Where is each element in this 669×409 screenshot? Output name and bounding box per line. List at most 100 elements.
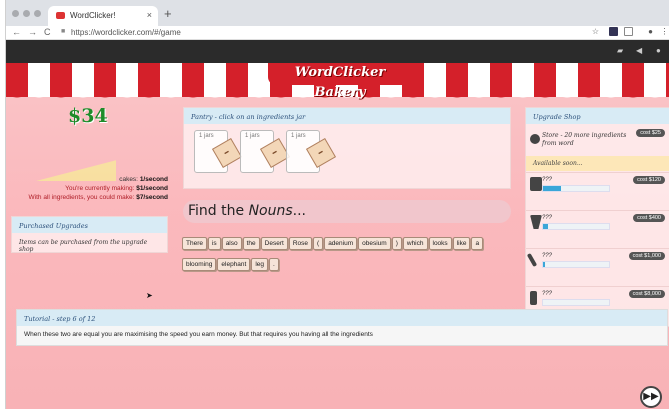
progress-fill — [543, 186, 562, 191]
purchased-upgrades-panel: Purchased Upgrades Items can be purchase… — [11, 216, 168, 253]
pantry-panel: Pantry - click on an ingredients jar 1 j… — [183, 107, 511, 189]
tab-title: WordClicker! — [70, 11, 116, 20]
shop-item-progress — [542, 185, 610, 192]
store-upgrade[interactable]: Store - 20 more ingredients from word co… — [526, 126, 669, 154]
purchased-upgrades-body: Items can be purchased from the upgrade … — [19, 239, 148, 253]
address-bar[interactable]: ■ https://wordclicker.com/#/game — [61, 26, 591, 39]
shop-item-cost: cost $1,000 — [628, 252, 665, 260]
browser-toolbar: ← → C ■ https://wordclicker.com/#/game ☆… — [6, 26, 669, 40]
word-tile[interactable]: the — [242, 237, 260, 250]
shop-item-progress — [542, 299, 610, 306]
minimize-window-icon[interactable] — [23, 10, 30, 17]
shop-item-cost: cost $8,000 — [628, 290, 665, 298]
game-title: WordClicker Bakery — [268, 63, 412, 100]
shop-item[interactable]: ??? cost $1,000 — [526, 248, 669, 286]
upgrade-shop-panel: Upgrade Shop Store - 20 more ingredients… — [525, 107, 669, 327]
mouse-cursor-icon: ➤ — [146, 291, 153, 300]
word-tile[interactable]: ( — [313, 237, 324, 250]
shop-item-cost: cost $120 — [633, 176, 665, 184]
cakes-label: cakes: — [119, 176, 138, 183]
cakes-rate: 1/second — [139, 176, 168, 183]
whisk-icon — [526, 252, 538, 268]
next-step-button[interactable]: ▶▶ — [640, 386, 662, 408]
jar-count: 1 jars — [199, 133, 214, 139]
mixer-icon — [530, 177, 542, 191]
income-stats: cakes: 1/second You're currently making:… — [6, 175, 168, 202]
making-label: You're currently making: — [65, 185, 135, 192]
close-window-icon[interactable] — [12, 10, 19, 17]
maximize-window-icon[interactable] — [34, 10, 41, 17]
bookmark-star-icon[interactable]: ☆ — [591, 27, 600, 36]
shop-item-name: ??? — [542, 215, 553, 221]
rolling-pin-icon — [530, 291, 537, 305]
word-tile[interactable]: is — [207, 237, 221, 250]
app-top-bar: ▰ ◀ ● — [6, 40, 669, 63]
find-prompt: Find the Nouns... — [183, 200, 511, 223]
word-tile[interactable]: which — [402, 237, 428, 250]
reload-button[interactable]: C — [44, 27, 51, 37]
word-tile[interactable]: looks — [428, 237, 452, 250]
word-tile[interactable]: ) — [391, 237, 402, 250]
tab-wordclicker[interactable]: WordClicker! × — [48, 6, 158, 26]
word-tile[interactable]: a — [471, 237, 484, 250]
word-tile[interactable]: elephant — [217, 258, 251, 271]
available-soon-label: Available soon... — [526, 156, 669, 171]
progress-fill — [543, 224, 549, 229]
shop-item-cost: cost $400 — [633, 214, 665, 222]
extension-page-icon[interactable] — [624, 27, 633, 36]
word-tile[interactable]: Rose — [288, 237, 313, 250]
store-cost: cost $25 — [636, 129, 665, 137]
tab-bar: WordClicker! × + — [6, 0, 669, 26]
word-tile[interactable]: adenium — [324, 237, 358, 250]
purchased-upgrades-title: Purchased Upgrades — [12, 217, 167, 233]
game-area: WordClicker Bakery $34 cakes: 1/second Y… — [6, 63, 669, 409]
word-tile[interactable]: like — [452, 237, 471, 250]
upgrade-shop-title: Upgrade Shop — [526, 108, 669, 124]
shop-item-name: ??? — [542, 253, 553, 259]
shop-item-name: ??? — [542, 177, 553, 183]
find-suffix: ... — [292, 203, 306, 219]
forward-button[interactable]: → — [28, 27, 37, 37]
shop-item-name: ??? — [542, 291, 553, 297]
could-label: With all ingredients, you could make: — [28, 194, 135, 201]
settings-icon[interactable]: ▰ — [617, 46, 623, 55]
tutorial-panel: Tutorial - step 6 of 12 When these two a… — [16, 309, 668, 346]
bowl-icon — [530, 215, 542, 229]
word-tile[interactable]: There — [182, 237, 207, 250]
tab-close-icon[interactable]: × — [147, 10, 152, 20]
word-tile[interactable]: blooming — [182, 258, 217, 271]
pantry-title: Pantry - click on an ingredients jar — [184, 108, 510, 124]
url-text: https://wordclicker.com/#/game — [71, 28, 181, 37]
making-rate: $1/second — [136, 185, 168, 192]
tutorial-title: Tutorial - step 6 of 12 — [17, 310, 667, 326]
extension-icon[interactable] — [609, 27, 618, 36]
store-icon — [530, 134, 540, 144]
shop-item[interactable]: ??? cost $120 — [526, 172, 669, 210]
word-tile[interactable]: . — [269, 258, 279, 271]
word-tile[interactable]: Desert — [260, 237, 288, 250]
menu-kebab-icon[interactable]: ⋮ — [660, 27, 669, 36]
shop-item-progress — [542, 261, 610, 268]
shop-item-progress — [542, 223, 610, 230]
new-tab-button[interactable]: + — [164, 6, 172, 21]
info-icon[interactable]: ● — [656, 46, 661, 55]
browser-window: WordClicker! × + ← → C ■ https://wordcli… — [5, 0, 669, 409]
word-tile[interactable]: leg — [251, 258, 269, 271]
progress-fill — [543, 262, 545, 267]
back-button[interactable]: ← — [12, 27, 21, 37]
find-prefix: Find the — [188, 203, 249, 219]
word-tile[interactable]: obesium — [358, 237, 391, 250]
jar-count: 1 jars — [245, 133, 260, 139]
tutorial-text: When these two are equal you are maximis… — [24, 331, 373, 338]
word-list: There is also the Desert Rose(adenium obesium)… — [182, 232, 492, 274]
shop-item[interactable]: ??? cost $400 — [526, 210, 669, 248]
find-target: Nouns — [248, 203, 293, 219]
store-text: Store - 20 more ingredients from word — [542, 132, 627, 147]
word-tile[interactable]: also — [221, 237, 242, 250]
favicon-icon — [56, 12, 65, 19]
money-counter: $34 — [68, 105, 108, 127]
profile-icon[interactable]: ● — [646, 27, 655, 36]
sound-icon[interactable]: ◀ — [636, 46, 642, 55]
lock-icon: ■ — [61, 28, 66, 35]
could-rate: $7/second — [136, 194, 168, 201]
